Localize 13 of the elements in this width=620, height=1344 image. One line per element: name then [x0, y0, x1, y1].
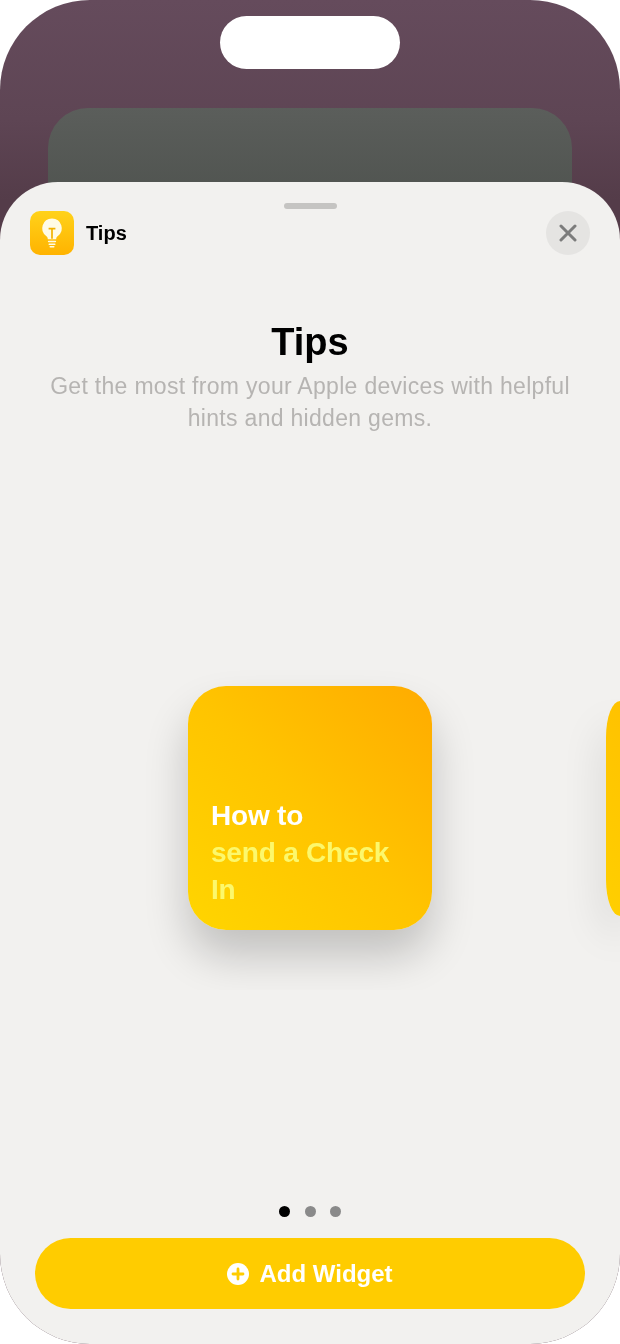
sheet-title: Tips — [270, 320, 350, 364]
app-name: Tips — [86, 221, 128, 245]
sheet-description: Get the most from your Apple devices with helpful hints and hidden gems. — [49, 372, 571, 433]
close-icon — [559, 224, 577, 242]
add-widget-button[interactable]: Add Widget — [35, 1238, 585, 1309]
plus-circle-icon — [227, 1262, 250, 1285]
lightbulb-icon — [30, 211, 74, 255]
page-dot[interactable] — [330, 1205, 341, 1217]
widget-title: How to send a Check In — [211, 799, 391, 907]
widget-card[interactable]: How to send a Check In — [188, 686, 432, 930]
page-dot[interactable] — [279, 1205, 290, 1217]
close-button[interactable] — [546, 211, 590, 255]
page-dot[interactable] — [304, 1205, 316, 1217]
